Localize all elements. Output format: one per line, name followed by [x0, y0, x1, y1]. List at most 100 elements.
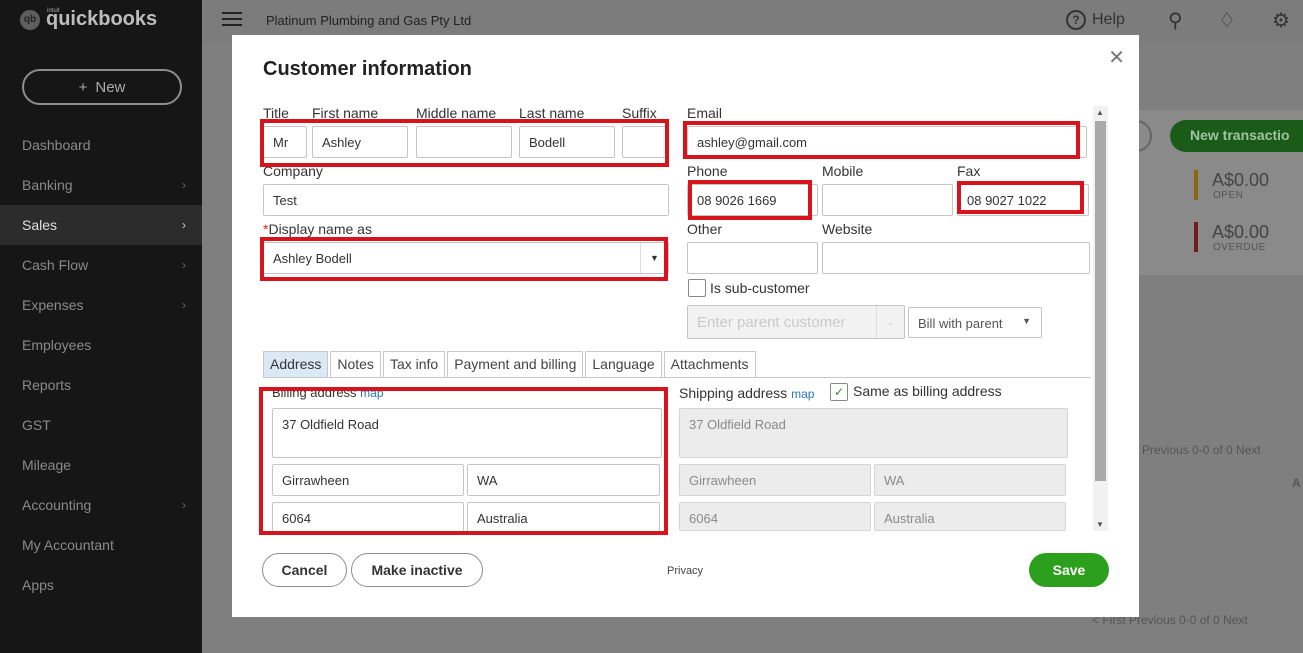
sidebar-item-sales[interactable]: Sales › [0, 205, 202, 245]
sidebar-item-label: My Accountant [22, 537, 114, 553]
sidebar-item-gst[interactable]: GST [0, 405, 202, 445]
search-icon[interactable]: ⚲ [1168, 8, 1183, 33]
tab-attachments[interactable]: Attachments [663, 351, 756, 377]
sidebar-item-mileage[interactable]: Mileage [0, 445, 202, 485]
chevron-right-icon: › [182, 178, 186, 192]
sidebar-item-apps[interactable]: Apps [0, 565, 202, 605]
tab-tax-info[interactable]: Tax info [382, 351, 446, 377]
tab-language[interactable]: Language [585, 351, 662, 377]
mobile-input[interactable] [822, 184, 953, 216]
website-label: Website [822, 221, 873, 237]
sidebar-item-banking[interactable]: Banking › [0, 165, 202, 205]
chevron-right-icon: › [182, 498, 186, 512]
chevron-right-icon: › [182, 258, 186, 272]
pager-top: Previous 0-0 of 0 Next [1142, 443, 1261, 457]
logo-text: quickbooks [46, 8, 158, 30]
shipping-country-input[interactable]: Australia [874, 502, 1066, 531]
shipping-city-input[interactable]: Girrawheen [679, 464, 871, 496]
shipping-street-input[interactable]: 37 Oldfield Road [679, 408, 1068, 458]
new-transaction-button: New transactio [1170, 120, 1303, 152]
chevron-right-icon: › [182, 218, 186, 232]
scroll-down-icon[interactable]: ▼ [1096, 520, 1104, 529]
company-input[interactable]: Test [263, 184, 669, 216]
sidebar-item-employees[interactable]: Employees [0, 325, 202, 365]
sidebar-item-label: Reports [22, 377, 72, 393]
highlight-display-name [260, 237, 668, 281]
scroll-up-icon[interactable]: ▲ [1096, 108, 1104, 117]
tab-payment-and-billing[interactable]: Payment and billing [447, 351, 584, 377]
sidebar-item-label: Dashboard [22, 137, 91, 153]
gear-icon[interactable]: ⚙ [1272, 8, 1290, 33]
open-indicator [1194, 170, 1198, 200]
bill-with-parent-select[interactable]: Bill with parent ▼ [908, 307, 1042, 338]
bell-icon[interactable]: ♢ [1218, 8, 1236, 33]
shipping-postcode-input[interactable]: 6064 [679, 502, 871, 531]
sidebar-item-my-accountant[interactable]: My Accountant [0, 525, 202, 565]
overdue-amount: A$0.00 [1212, 222, 1270, 242]
new-button-label: New [95, 78, 126, 96]
sidebar-item-label: Banking [22, 177, 73, 193]
open-label: OPEN [1213, 190, 1244, 201]
website-input[interactable] [822, 242, 1090, 274]
save-button[interactable]: Save [1029, 553, 1109, 587]
help-label: Help [1092, 11, 1125, 28]
tab-notes[interactable]: Notes [330, 351, 381, 377]
parent-customer-placeholder: Enter parent customer [697, 314, 846, 331]
overdue-indicator [1194, 222, 1198, 252]
other-input[interactable] [687, 242, 818, 274]
sub-customer-checkbox[interactable] [688, 279, 706, 297]
sidebar-item-label: Employees [22, 337, 92, 353]
sidebar-item-dashboard[interactable]: Dashboard [0, 125, 202, 165]
column-header: A [1292, 476, 1301, 490]
scrollbar-thumb[interactable] [1095, 121, 1106, 481]
checkmark-icon: ✓ [833, 385, 845, 399]
sidebar-nav: Dashboard Banking › Sales › Cash Flow › Exp… [0, 125, 202, 605]
question-icon: ? [1066, 10, 1086, 30]
other-label: Other [687, 221, 723, 237]
privacy-link[interactable]: Privacy [667, 565, 703, 577]
dialog-scrollbar[interactable]: ▲ ▼ [1093, 106, 1108, 531]
open-amount: A$0.00 [1212, 170, 1270, 190]
email-label: Email [687, 105, 723, 121]
chevron-right-icon: › [182, 298, 186, 312]
quickbooks-logo[interactable]: qb quickbooks [20, 8, 157, 31]
parent-customer-select[interactable]: Enter parent customer ⌄ [687, 305, 905, 339]
shipping-address-label: Shipping address map [679, 385, 815, 401]
bill-with-parent-value: Bill with parent [918, 316, 1003, 331]
dialog-title: Customer information [263, 58, 472, 80]
dropdown-arrow-icon: ▼ [1022, 316, 1031, 326]
company-name: Platinum Plumbing and Gas Pty Ltd [266, 13, 472, 28]
sidebar-item-accounting[interactable]: Accounting › [0, 485, 202, 525]
phone-label: Phone [687, 163, 728, 179]
cancel-button[interactable]: Cancel [262, 553, 347, 587]
overdue-label: OVERDUE [1213, 242, 1266, 253]
highlight-phone [688, 180, 812, 220]
sidebar-item-label: Expenses [22, 297, 84, 313]
same-as-billing-label: Same as billing address [853, 383, 1002, 399]
highlight-email [683, 121, 1080, 159]
same-as-billing-checkbox[interactable]: ✓ [830, 383, 848, 401]
highlight-name-fields [260, 119, 669, 167]
hamburger-menu-icon[interactable] [222, 12, 242, 26]
sidebar-item-reports[interactable]: Reports [0, 365, 202, 405]
shipping-map-link[interactable]: map [791, 387, 814, 401]
sidebar-item-expenses[interactable]: Expenses › [0, 285, 202, 325]
tab-divider [263, 377, 1091, 378]
sidebar-item-label: Sales [22, 217, 58, 233]
tab-address[interactable]: Address [263, 351, 329, 377]
sidebar-item-cash-flow[interactable]: Cash Flow › [0, 245, 202, 285]
make-inactive-button[interactable]: Make inactive [351, 553, 483, 587]
chevron-down-icon: ⌄ [876, 306, 904, 338]
help-button[interactable]: ? Help [1066, 10, 1125, 30]
qb-logo-icon: qb [20, 9, 40, 30]
sidebar: qb quickbooks intuit + New Dashboard Ban… [0, 0, 202, 653]
customer-tabs: Address Notes Tax info Payment and billi… [263, 351, 758, 377]
plus-icon: + [78, 78, 88, 96]
customer-information-dialog: Customer information ✕ Title First name … [232, 35, 1139, 617]
mobile-label: Mobile [822, 163, 864, 179]
sidebar-item-label: Cash Flow [22, 257, 89, 273]
shipping-state-input[interactable]: WA [874, 464, 1066, 496]
new-button[interactable]: + New [22, 69, 182, 105]
logo-intuit: intuit [47, 8, 60, 14]
close-icon[interactable]: ✕ [1108, 45, 1125, 70]
